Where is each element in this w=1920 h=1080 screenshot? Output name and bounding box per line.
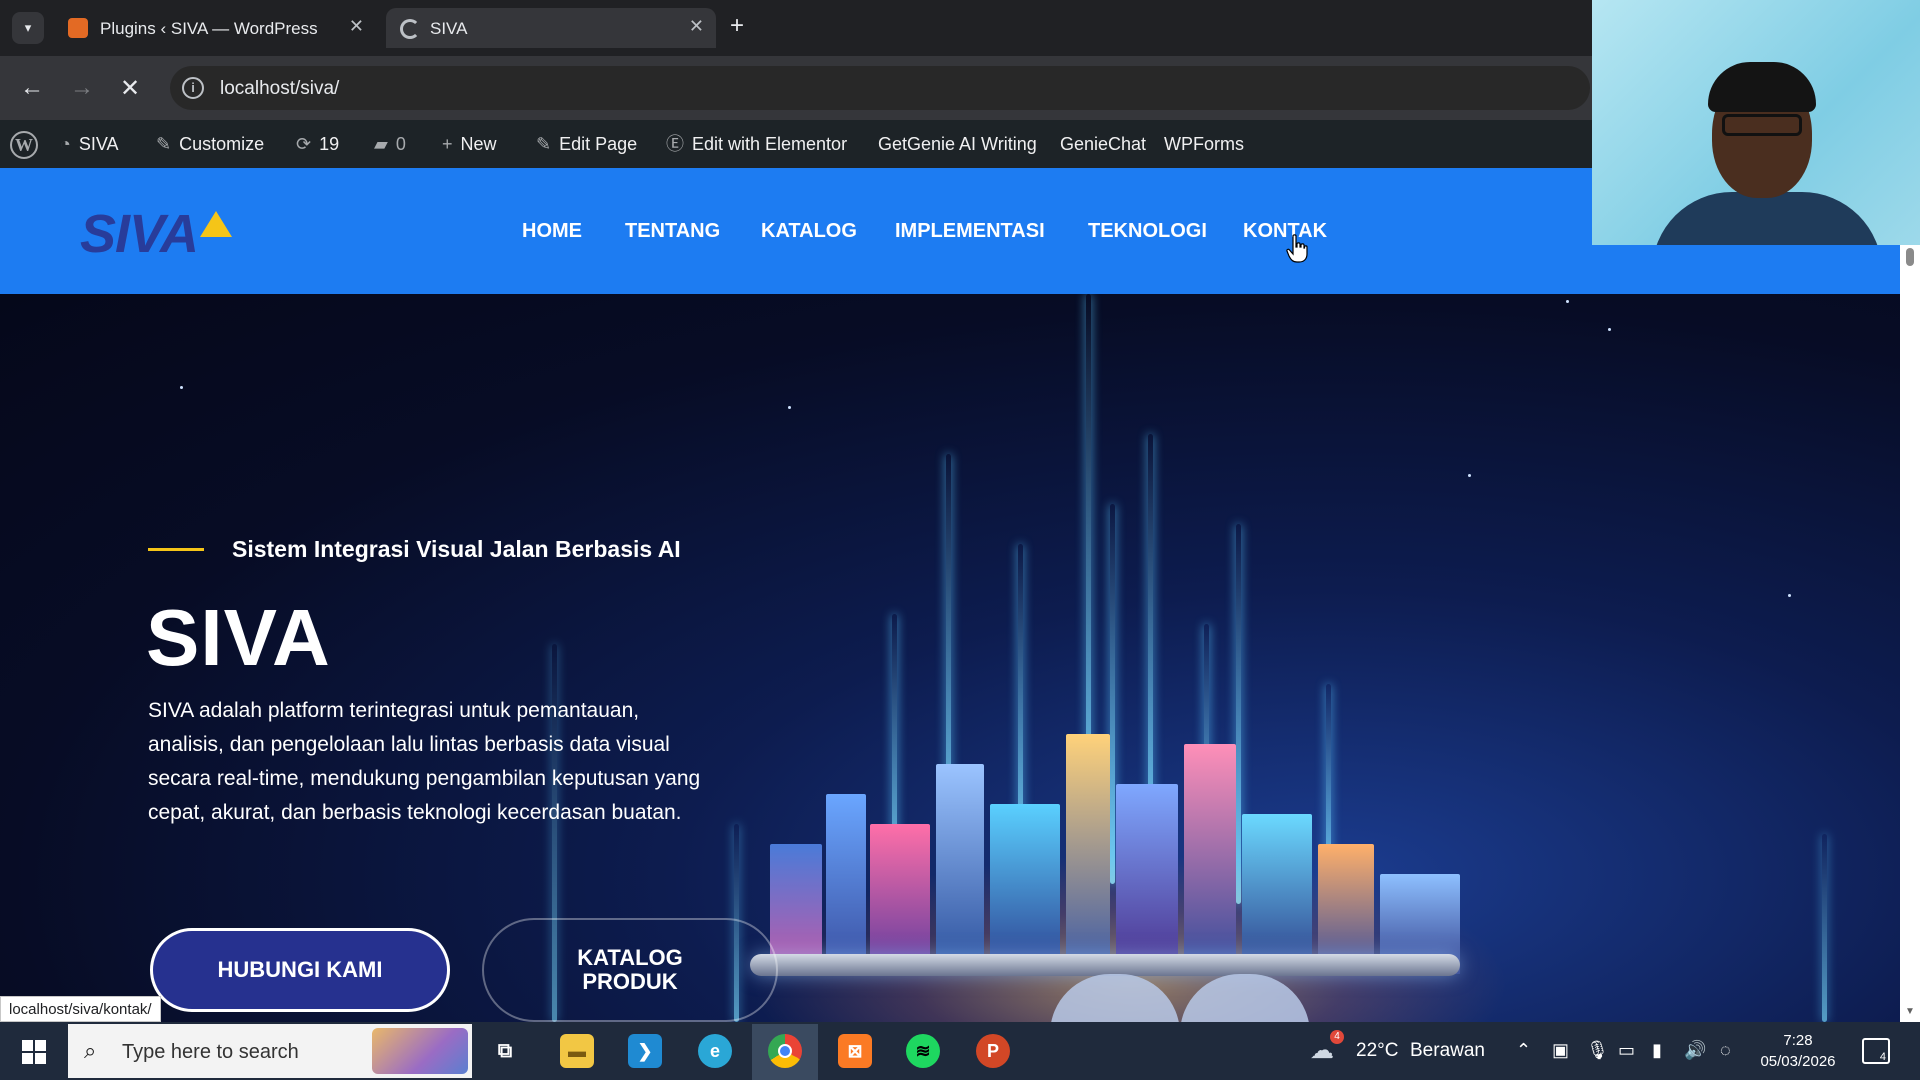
nav-katalog[interactable]: KATALOG <box>761 220 857 243</box>
hero-section: Sistem Integrasi Visual Jalan Berbasis A… <box>0 294 1900 1022</box>
weather-temp[interactable]: 22°C <box>1356 1022 1398 1080</box>
tab-title: Plugins ‹ SIVA — WordPress <box>100 19 318 38</box>
notification-count: 4 <box>1879 1051 1886 1063</box>
loading-spinner-icon <box>400 19 420 39</box>
chevron-up-icon[interactable]: ⌃ <box>1516 1040 1531 1061</box>
weather-text[interactable]: Berawan <box>1410 1022 1485 1080</box>
dashboard-gauge-icon: ◔ <box>60 134 71 154</box>
display-icon[interactable]: ▭ <box>1618 1040 1635 1061</box>
hubungi-kami-button[interactable]: HUBUNGI KAMI <box>150 928 450 1012</box>
search-highlight-image <box>372 1028 468 1074</box>
hero-description: SIVA adalah platform terintegrasi untuk … <box>148 699 701 824</box>
admin-bar-edit-page[interactable]: ✎ Edit Page <box>536 120 637 168</box>
logo-text: SIVA <box>80 204 199 264</box>
weather-badge: 4 <box>1330 1030 1344 1044</box>
pencil-icon: ✎ <box>536 134 552 154</box>
address-bar[interactable]: i localhost/siva/ <box>170 66 1590 110</box>
edit-elementor-label: Edit with Elementor <box>692 134 848 154</box>
admin-bar-customize[interactable]: ✎ Customize <box>156 120 264 168</box>
xampp-icon[interactable]: ⊠ <box>838 1034 872 1068</box>
comment-bubble-icon: ▰ <box>374 134 388 154</box>
search-icon: ⌕ <box>84 1038 97 1063</box>
meet-now-icon[interactable]: ▣ <box>1552 1040 1569 1061</box>
katalog-label: KATALOG <box>577 945 683 970</box>
site-logo[interactable]: SIVA <box>80 203 250 264</box>
updates-count: 19 <box>319 134 340 154</box>
clock-date: 05/03/2026 <box>1760 1053 1836 1070</box>
tab-title: SIVA <box>430 19 468 38</box>
admin-bar-geniechat[interactable]: GenieChat <box>1060 120 1146 168</box>
edit-page-label: Edit Page <box>559 134 638 154</box>
back-arrow-icon[interactable]: ← <box>20 74 44 102</box>
comments-count: 0 <box>395 134 406 154</box>
katalog-produk-button[interactable]: KATALOG PRODUK <box>482 918 778 1022</box>
hero-tagline: Sistem Integrasi Visual Jalan Berbasis A… <box>232 536 681 562</box>
site-info-icon[interactable]: i <box>182 77 204 99</box>
site-name-label: SIVA <box>78 134 119 154</box>
plus-icon: + <box>442 134 453 154</box>
notification-center-icon[interactable]: 4 <box>1862 1038 1890 1064</box>
nav-tentang[interactable]: TENTANG <box>625 220 720 243</box>
tab-plugins[interactable]: Plugins ‹ SIVA — WordPress ✕ <box>56 8 376 48</box>
admin-bar-updates[interactable]: ⟳ 19 <box>296 120 339 168</box>
windows-start-icon[interactable] <box>22 1040 46 1064</box>
search-placeholder: Type here to search <box>122 1041 299 1063</box>
forward-arrow-icon[interactable]: → <box>70 74 94 102</box>
taskbar-clock[interactable]: 7:28 05/03/2026 <box>1748 1030 1848 1072</box>
hand-pointer-cursor-icon <box>1286 234 1308 263</box>
logo-triangle-icon <box>200 211 232 237</box>
produk-label: PRODUK <box>582 969 678 994</box>
update-refresh-icon: ⟳ <box>296 134 312 154</box>
tab-list-chevron-icon[interactable]: ▾ <box>12 12 44 44</box>
new-tab-plus-icon[interactable]: + <box>730 12 744 40</box>
admin-bar-elementor[interactable]: Ⓔ Edit with Elementor <box>666 120 847 168</box>
clock-time: 7:28 <box>1783 1032 1813 1049</box>
microphone-icon[interactable]: 🎙 <box>1586 1040 1609 1061</box>
nav-teknologi[interactable]: TEKNOLOGI <box>1088 220 1207 243</box>
customize-label: Customize <box>179 134 265 154</box>
tagline-accent-line <box>148 548 204 551</box>
spotify-icon[interactable]: ≋ <box>906 1034 940 1068</box>
battery-icon[interactable]: ▮ <box>1652 1040 1662 1061</box>
admin-bar-new[interactable]: + New <box>442 120 497 168</box>
link-status-url: localhost/siva/kontak/ <box>0 996 161 1022</box>
scroll-thumb[interactable] <box>1906 248 1914 266</box>
admin-bar-site[interactable]: ◔ SIVA <box>60 120 119 168</box>
admin-bar-comments[interactable]: ▰ 0 <box>374 120 406 168</box>
edge-icon[interactable]: e <box>698 1034 732 1068</box>
page-scrollbar[interactable]: ▲ ▼ <box>1900 168 1920 1022</box>
file-explorer-icon[interactable]: ▬ <box>560 1034 594 1068</box>
admin-bar-getgenie[interactable]: GetGenie AI Writing <box>878 120 1037 168</box>
nav-home[interactable]: HOME <box>522 220 582 243</box>
powerpoint-icon[interactable]: P <box>976 1034 1010 1068</box>
vscode-icon[interactable]: ❯ <box>628 1034 662 1068</box>
new-label: New <box>460 134 497 154</box>
xampp-favicon-icon <box>68 18 88 38</box>
tab-siva[interactable]: SIVA ✕ <box>386 8 716 48</box>
scroll-down-icon[interactable]: ▼ <box>1905 1006 1915 1017</box>
close-tab-icon[interactable]: ✕ <box>689 16 704 37</box>
taskbar-search-box[interactable]: ⌕ Type here to search <box>68 1024 472 1078</box>
admin-bar-wpforms[interactable]: WPForms <box>1164 120 1244 168</box>
elementor-icon: Ⓔ <box>666 134 684 154</box>
paintbrush-icon: ✎ <box>156 134 172 154</box>
close-tab-icon[interactable]: ✕ <box>349 16 364 37</box>
webcam-overlay <box>1592 0 1920 245</box>
stop-loading-icon[interactable]: ✕ <box>120 74 140 103</box>
hero-title: SIVA <box>146 593 331 682</box>
windows-taskbar: ⌕ Type here to search ⧉ ▬ ❯ e ⊠ ≋ P ☁ 4 … <box>0 1022 1920 1080</box>
chrome-icon[interactable] <box>768 1034 802 1068</box>
task-view-icon[interactable]: ⧉ <box>488 1034 522 1068</box>
wordpress-logo-icon[interactable]: W <box>10 131 38 159</box>
network-icon[interactable]: ◌ <box>1720 1040 1731 1061</box>
url-text: localhost/siva/ <box>220 78 340 99</box>
nav-implementasi[interactable]: IMPLEMENTASI <box>895 220 1045 243</box>
volume-icon[interactable]: 🔊 <box>1684 1040 1706 1061</box>
